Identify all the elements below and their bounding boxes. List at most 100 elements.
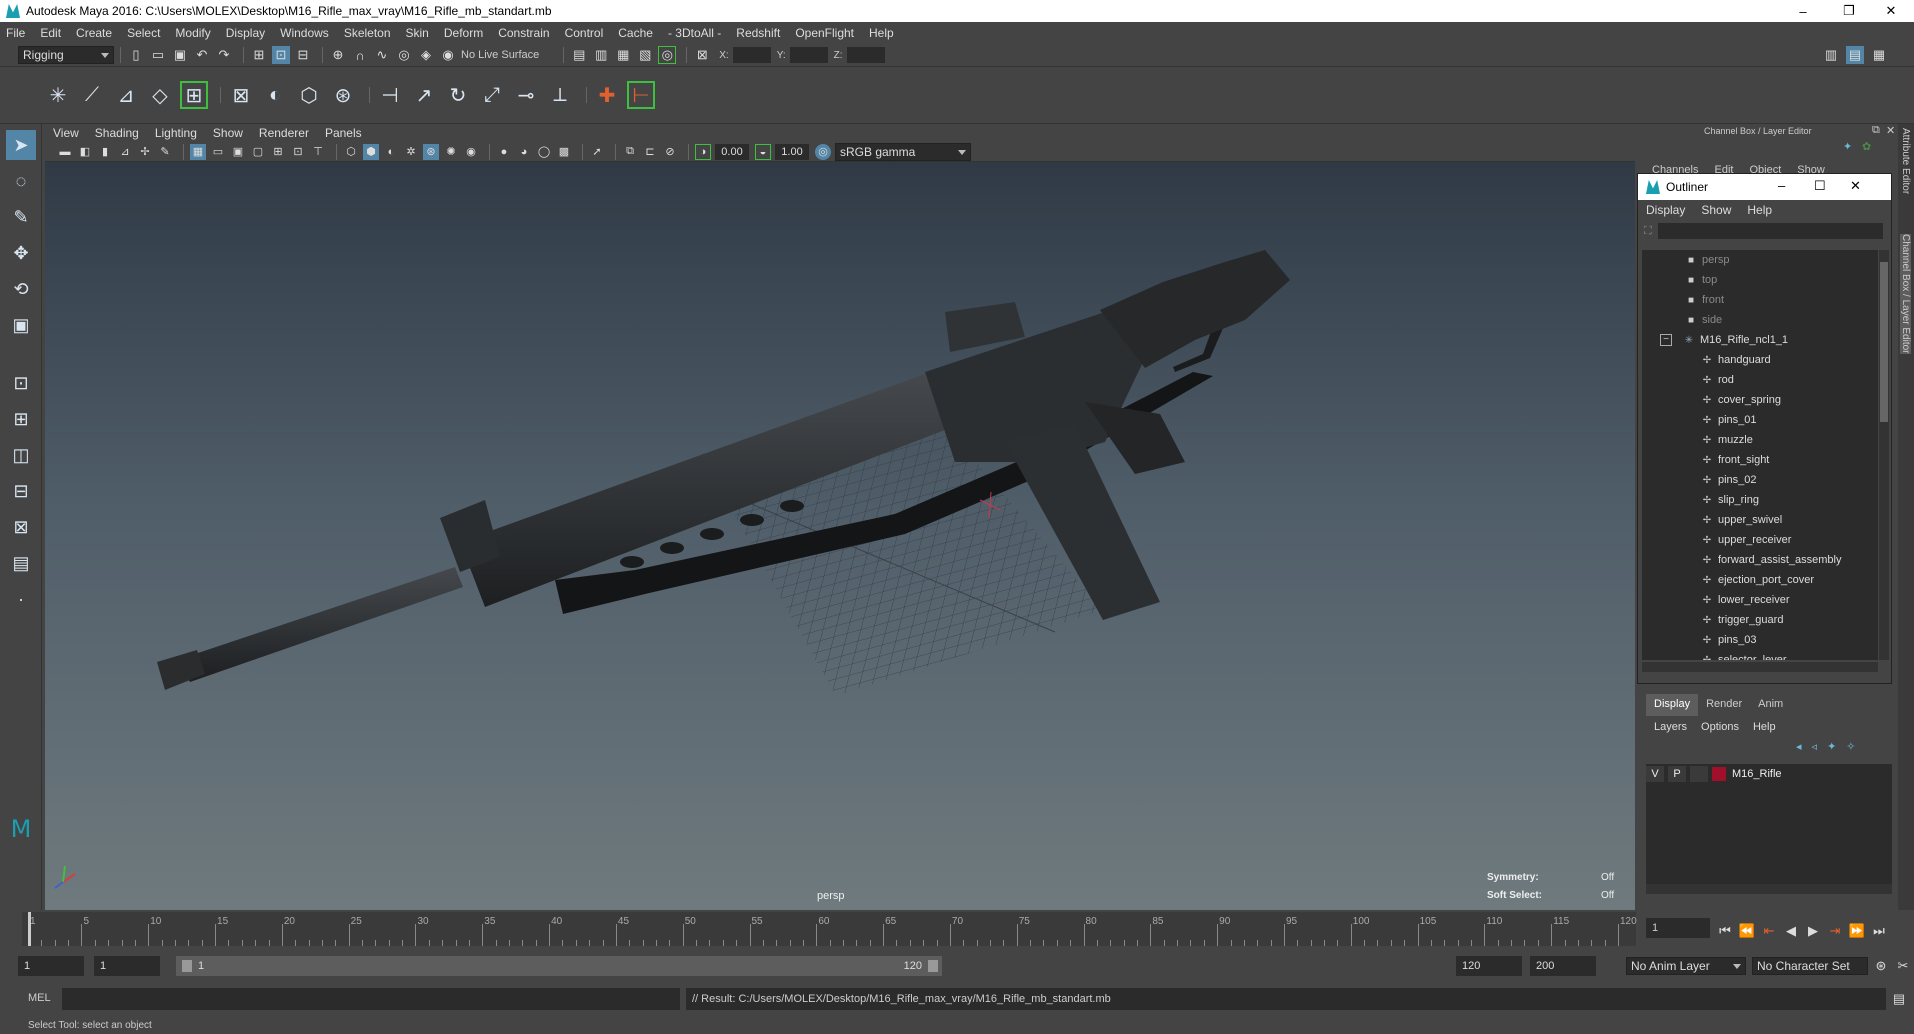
list-item[interactable]: ✢ front_sight xyxy=(1642,450,1878,470)
snap-surface-icon[interactable]: ◈ xyxy=(417,46,435,64)
animation-preferences-icon[interactable]: ✂ xyxy=(1894,957,1912,975)
menu-constrain[interactable]: Constrain xyxy=(498,26,549,40)
paint-weights-icon[interactable]: ◐ xyxy=(261,81,289,109)
snap-curve-icon[interactable]: ∩ xyxy=(351,46,369,64)
render-settings-icon[interactable]: ▦ xyxy=(614,46,632,64)
options-menu[interactable]: Options xyxy=(1701,721,1739,733)
command-input[interactable] xyxy=(62,988,680,1010)
range-end-handle[interactable] xyxy=(928,960,938,972)
safe-action-icon[interactable]: ⊡ xyxy=(290,144,306,160)
exposure-icon[interactable]: ◑ xyxy=(695,143,711,160)
safe-title-icon[interactable]: ⊤ xyxy=(310,144,326,160)
four-view-layout-icon[interactable]: ⊞ xyxy=(6,404,36,434)
gamma-icon[interactable]: ◒ xyxy=(755,143,771,160)
viewport-menu-renderer[interactable]: Renderer xyxy=(259,126,309,140)
camera-icon[interactable]: ▬ xyxy=(57,144,73,160)
backface-culling-icon[interactable]: ⊏ xyxy=(642,144,658,160)
close-panel-icon[interactable]: ✕ xyxy=(1886,124,1895,137)
current-frame-field[interactable]: 1 xyxy=(1646,918,1710,938)
tab-render[interactable]: Render xyxy=(1698,694,1750,716)
channel-box-tab[interactable]: Channel Box / Layer Editor xyxy=(1900,234,1911,354)
layer-icon[interactable]: ✿ xyxy=(1862,140,1871,153)
menu-file[interactable]: File xyxy=(6,26,25,40)
layer-display-type[interactable] xyxy=(1690,766,1708,782)
scale-tool-icon[interactable]: ▣ xyxy=(6,310,36,340)
menu-edit[interactable]: Edit xyxy=(40,26,61,40)
outliner-maximize-button[interactable]: ☐ xyxy=(1814,178,1826,194)
list-item[interactable]: ✢ cover_spring xyxy=(1642,390,1878,410)
render-current-icon[interactable]: ▤ xyxy=(570,46,588,64)
lattice-icon[interactable]: ⬡ xyxy=(295,81,323,109)
auto-key-icon[interactable]: ⊛ xyxy=(1872,957,1890,975)
image-plane-icon[interactable]: ⊿ xyxy=(117,144,133,160)
filter-icon[interactable]: ⛶ xyxy=(1644,225,1652,238)
field-chart-icon[interactable]: ⊞ xyxy=(270,144,286,160)
outliner-minimize-button[interactable]: – xyxy=(1778,178,1785,193)
snap-grid-icon[interactable]: ⊕ xyxy=(329,46,347,64)
make-live-icon[interactable]: ◉ xyxy=(439,46,457,64)
outliner-search-input[interactable] xyxy=(1657,223,1883,239)
viewport-menu-view[interactable]: View xyxy=(53,126,79,140)
end-time-field[interactable]: 200 xyxy=(1530,956,1596,976)
menu-create[interactable]: Create xyxy=(76,26,112,40)
wireframe-on-shaded-icon[interactable]: ◐ xyxy=(383,144,399,160)
x-field[interactable] xyxy=(732,47,771,63)
maya-home-icon[interactable]: Ⅿ xyxy=(6,814,36,844)
move-layer-up-icon[interactable]: ◂ xyxy=(1796,740,1802,753)
collapse-icon[interactable]: − xyxy=(1660,334,1672,346)
input-mode-icon[interactable]: ⊠ xyxy=(693,46,711,64)
persp-graph-layout-icon[interactable]: ⊟ xyxy=(6,476,36,506)
orient-joint-icon[interactable]: ⊞ xyxy=(180,81,208,109)
wireframe-icon[interactable]: ⬡ xyxy=(343,144,359,160)
list-item[interactable]: ✢ pins_02 xyxy=(1642,470,1878,490)
outliner-item-side[interactable]: ■ side xyxy=(1642,310,1878,330)
outliner-item-persp[interactable]: ■ persp xyxy=(1642,250,1878,270)
list-item[interactable]: ✢ ejection_port_cover xyxy=(1642,570,1878,590)
list-item[interactable]: ✢ rod xyxy=(1642,370,1878,390)
menu-control[interactable]: Control xyxy=(565,26,604,40)
snap-point-icon[interactable]: ∿ xyxy=(373,46,391,64)
multisample-icon[interactable]: ◕ xyxy=(516,144,532,160)
ik-fk-switch-icon[interactable]: ⊢ xyxy=(627,81,655,109)
menu-skin[interactable]: Skin xyxy=(406,26,429,40)
close-button[interactable]: ✕ xyxy=(1868,0,1914,22)
list-item[interactable]: ✢ selector_lever xyxy=(1642,650,1878,660)
persp-outliner-layout-icon[interactable]: ◫ xyxy=(6,440,36,470)
go-to-start-icon[interactable]: ⏮ xyxy=(1716,922,1734,940)
x-ray-icon[interactable]: ▩ xyxy=(556,144,572,160)
hypershade-icon[interactable]: ▧ xyxy=(636,46,654,64)
layer-playback-toggle[interactable]: P xyxy=(1668,766,1686,782)
select-tool-icon[interactable]: ➤ xyxy=(6,130,36,160)
grease-pencil-icon[interactable]: ✎ xyxy=(157,144,173,160)
undo-icon[interactable]: ↶ xyxy=(193,46,211,64)
ik-handle-icon[interactable]: ⟋ xyxy=(78,81,106,109)
tab-display[interactable]: Display xyxy=(1646,694,1699,716)
pole-vector-icon[interactable]: ⟂ xyxy=(546,81,574,109)
script-editor-icon[interactable]: ▤ xyxy=(1890,990,1908,1008)
menu-windows[interactable]: Windows xyxy=(280,26,329,40)
list-item[interactable]: ✢ pins_03 xyxy=(1642,630,1878,650)
layer-row[interactable]: V P M16_Rifle xyxy=(1646,764,1892,784)
smooth-shade-icon[interactable]: ⬢ xyxy=(363,143,379,160)
list-item[interactable]: ✢ forward_assist_assembly xyxy=(1642,550,1878,570)
tab-anim[interactable]: Anim xyxy=(1750,694,1791,716)
orient-constraint-icon[interactable]: ↻ xyxy=(444,81,472,109)
outliner-menu-display[interactable]: Display xyxy=(1646,203,1685,217)
float-panel-icon[interactable]: ⧉ xyxy=(1872,124,1880,137)
list-item[interactable]: ✢ pins_01 xyxy=(1642,410,1878,430)
menu-openflight[interactable]: OpenFlight xyxy=(795,26,854,40)
y-field[interactable] xyxy=(789,47,828,63)
outliner-hscrollbar[interactable] xyxy=(1642,662,1878,672)
ipr-render-icon[interactable]: ▥ xyxy=(592,46,610,64)
character-set-dropdown[interactable]: No Character Set xyxy=(1752,957,1868,975)
viewport-menu-lighting[interactable]: Lighting xyxy=(155,126,197,140)
hud-icon[interactable]: ⊘ xyxy=(662,144,678,160)
menu-modify[interactable]: Modify xyxy=(175,26,210,40)
menu-redshift[interactable]: Redshift xyxy=(736,26,780,40)
current-time-marker[interactable] xyxy=(28,912,31,946)
layer-visibility-toggle[interactable]: V xyxy=(1646,766,1664,782)
parent-constraint-icon[interactable]: ⊸ xyxy=(512,81,540,109)
list-item[interactable]: ✢ handguard xyxy=(1642,350,1878,370)
menu-skeleton[interactable]: Skeleton xyxy=(344,26,391,40)
color-management-icon[interactable]: ◎ xyxy=(815,143,831,160)
